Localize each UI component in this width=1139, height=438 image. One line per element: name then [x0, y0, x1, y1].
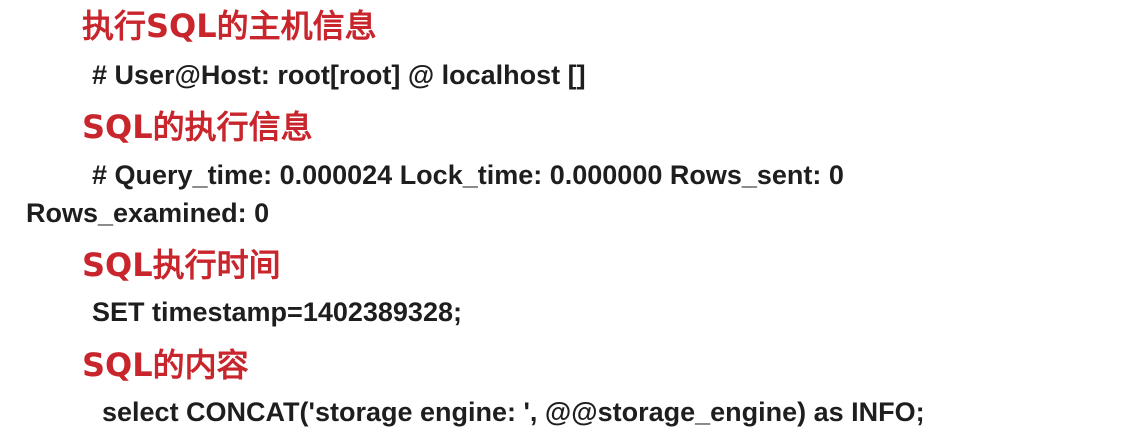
heading-execution-time: SQL执行时间	[82, 246, 281, 284]
heading-sql-content: SQL的内容	[82, 346, 249, 384]
execution-time-line: SET timestamp=1402389328;	[92, 297, 462, 327]
heading-host-info: 执行SQL的主机信息	[82, 7, 377, 45]
sql-content-line: select CONCAT('storage engine: ', @@stor…	[102, 397, 925, 427]
heading-execution-info: SQL的执行信息	[82, 108, 313, 146]
execution-info-line-wrap: Rows_examined: 0	[26, 198, 270, 228]
slide: 执行SQL的主机信息 # User@Host: root[root] @ loc…	[0, 0, 1139, 438]
host-info-line: # User@Host: root[root] @ localhost []	[92, 60, 586, 90]
execution-info-line: # Query_time: 0.000024 Lock_time: 0.0000…	[92, 160, 844, 190]
